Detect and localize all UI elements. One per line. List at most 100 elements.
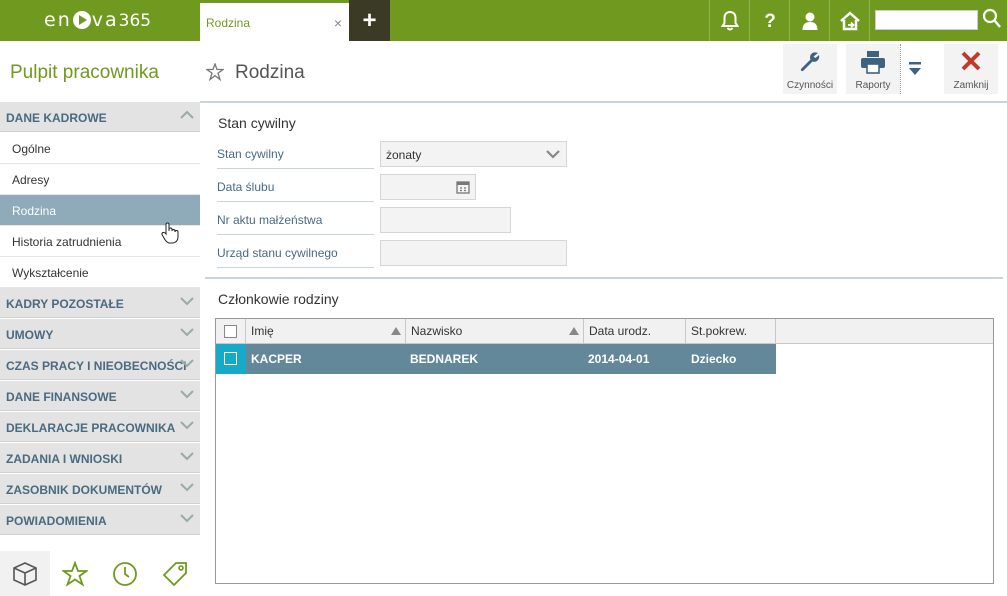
- close-button[interactable]: Zamknij: [944, 44, 998, 94]
- more-toolbar-button[interactable]: [900, 44, 928, 94]
- section-dane-finansowe[interactable]: DANE FINANSOWE: [0, 381, 200, 411]
- package-icon[interactable]: [12, 561, 38, 587]
- reports-button[interactable]: Raporty: [846, 44, 900, 94]
- favorite-star-icon[interactable]: [206, 63, 224, 81]
- logo-play-icon: [72, 11, 91, 29]
- bell-icon: [720, 10, 739, 30]
- page-header: Rodzina Czynności Raporty Zamknij: [200, 41, 1007, 103]
- column-header-birth-date[interactable]: Data urodz.: [584, 319, 686, 344]
- sidebar-item-label: Ogólne: [12, 142, 51, 156]
- sidebar-item-label: Historia zatrudnienia: [12, 235, 122, 249]
- sidebar-title: Pulpit pracownika: [10, 62, 159, 83]
- home-icon: [839, 10, 860, 30]
- row-select-cell[interactable]: [216, 344, 246, 374]
- section-kadry-pozostale[interactable]: KADRY POZOSTAŁE: [0, 288, 200, 318]
- registry-office-input[interactable]: [380, 240, 567, 266]
- wrench-icon: [800, 52, 820, 72]
- user-icon: [802, 12, 817, 30]
- printer-icon: [861, 51, 885, 74]
- section-label: ZADANIA I WNIOSKI: [6, 452, 123, 466]
- select-all-checkbox[interactable]: [224, 325, 237, 338]
- marital-status-select[interactable]: żonaty: [380, 141, 567, 167]
- top-bar: en va365 Rodzina × + ?: [0, 0, 1007, 41]
- chevron-down-icon: [180, 390, 194, 399]
- user-button[interactable]: [789, 0, 829, 41]
- logo-text-right: va: [91, 9, 119, 31]
- section-label: UMOWY: [6, 328, 54, 342]
- section-zadania[interactable]: ZADANIA I WNIOSKI: [0, 443, 200, 473]
- cell-last-name: BEDNAREK: [410, 352, 479, 366]
- actions-label: Czynności: [786, 80, 834, 91]
- search-icon[interactable]: [982, 8, 1002, 30]
- chevron-down-icon: [180, 452, 194, 461]
- close-label: Zamknij: [953, 80, 989, 91]
- row-checkbox[interactable]: [224, 352, 237, 365]
- close-icon: [961, 51, 981, 71]
- family-group-title: Członkowie rodziny: [218, 291, 339, 307]
- sidebar-item-historia-zatrudnienia[interactable]: Historia zatrudnienia: [0, 222, 200, 257]
- section-label: DANE FINANSOWE: [6, 390, 117, 404]
- section-czas-pracy[interactable]: CZAS PRACY I NIEOBECNOŚCI: [0, 350, 200, 380]
- page-title: Rodzina: [235, 62, 305, 83]
- chevron-down-icon: [180, 421, 194, 430]
- column-label: Data urodz.: [589, 324, 652, 338]
- add-tab-button[interactable]: +: [349, 0, 390, 41]
- grid-header: Imię Nazwisko Data urodz. St.pokrew.: [216, 319, 993, 344]
- column-header-relation[interactable]: St.pokrew.: [686, 319, 776, 344]
- search-input[interactable]: [875, 10, 978, 30]
- tab-rodzina[interactable]: Rodzina ×: [200, 0, 349, 41]
- sidebar-item-label: Rodzina: [12, 204, 57, 218]
- star-icon[interactable]: [62, 561, 88, 587]
- cell-birth-date: 2014-04-01: [588, 352, 650, 366]
- tab-close-icon[interactable]: ×: [334, 15, 342, 31]
- marital-group-title: Stan cywilny: [218, 115, 296, 131]
- home-button[interactable]: [829, 0, 869, 41]
- svg-text:?: ?: [764, 11, 776, 31]
- section-zasobnik[interactable]: ZASOBNIK DOKUMENTÓW: [0, 474, 200, 504]
- notifications-button[interactable]: [709, 0, 749, 41]
- section-umowy[interactable]: UMOWY: [0, 319, 200, 349]
- column-label: Imię: [251, 324, 274, 338]
- logo-number: 365: [118, 11, 152, 31]
- family-grid: Imię Nazwisko Data urodz. St.pokrew. KAC…: [215, 318, 994, 584]
- chevron-down-icon: [546, 150, 560, 159]
- section-powiadomienia[interactable]: POWIADOMIENIA: [0, 505, 200, 535]
- wedding-date-input[interactable]: [380, 174, 476, 200]
- header-select-all[interactable]: [216, 319, 246, 344]
- wedding-date-label: Data ślubu: [217, 174, 374, 202]
- chevron-down-icon: [180, 514, 194, 523]
- column-label: Nazwisko: [411, 324, 463, 338]
- sidebar-item-ogolne[interactable]: Ogólne: [0, 133, 200, 164]
- cell-first-name: KACPER: [251, 352, 302, 366]
- column-header-last-name[interactable]: Nazwisko: [406, 319, 584, 344]
- app-logo[interactable]: en va365: [44, 9, 151, 31]
- chevron-up-icon: [180, 110, 194, 119]
- marriage-act-label: Nr aktu małżeństwa: [217, 207, 374, 235]
- section-dane-kadrowe[interactable]: DANE KADROWE: [0, 102, 200, 132]
- sort-icon: [569, 327, 579, 335]
- sidebar-item-adresy[interactable]: Adresy: [0, 164, 200, 195]
- help-icon: ?: [764, 11, 776, 31]
- hand-cursor-icon: [161, 222, 179, 244]
- tag-icon[interactable]: [162, 561, 188, 587]
- logo-text-left: en: [44, 9, 72, 31]
- sort-icon: [391, 327, 401, 335]
- help-button[interactable]: ?: [749, 0, 789, 41]
- section-label: POWIADOMIENIA: [6, 514, 107, 528]
- table-row[interactable]: KACPER BEDNAREK 2014-04-01 Dziecko: [216, 344, 776, 374]
- column-header-first-name[interactable]: Imię: [246, 319, 406, 344]
- section-divider: [205, 277, 1003, 279]
- section-label: DANE KADROWE: [6, 111, 107, 125]
- sidebar-bottom-bar: [0, 551, 200, 596]
- sidebar-item-wyksztalcenie[interactable]: Wykształcenie: [0, 257, 200, 288]
- chevron-down-icon: [180, 297, 194, 306]
- caret-down-icon: [909, 62, 921, 75]
- chevron-down-icon: [180, 483, 194, 492]
- marriage-act-input[interactable]: [380, 207, 511, 233]
- calendar-icon[interactable]: [456, 180, 470, 194]
- actions-button[interactable]: Czynności: [783, 44, 837, 94]
- marital-status-value: żonaty: [386, 148, 422, 162]
- sidebar-item-label: Adresy: [12, 173, 50, 187]
- clock-icon[interactable]: [112, 561, 138, 587]
- section-deklaracje[interactable]: DEKLARACJE PRACOWNIKA: [0, 412, 200, 442]
